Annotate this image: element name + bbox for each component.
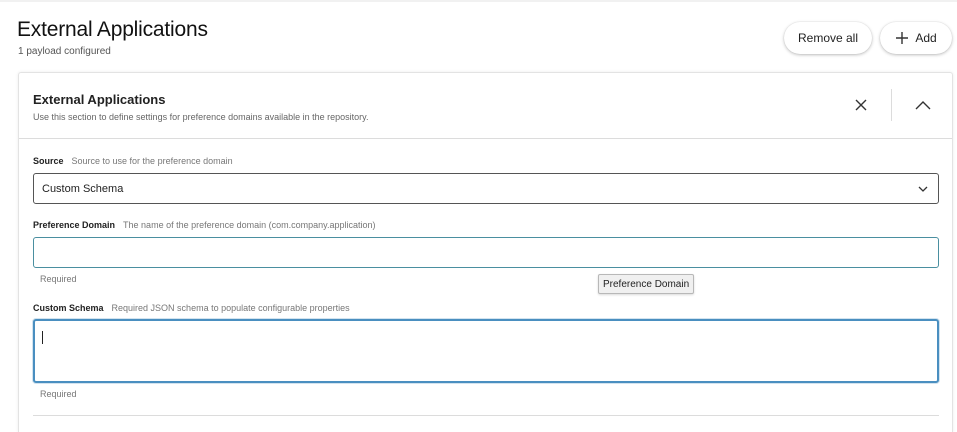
top-divider	[0, 0, 957, 2]
section-divider	[33, 415, 939, 416]
custom-schema-label: Custom Schema Required JSON schema to pop…	[33, 303, 350, 313]
card-header: External Applications Use this section t…	[19, 73, 952, 139]
add-button[interactable]: Add	[880, 22, 952, 54]
add-label: Add	[915, 31, 937, 45]
remove-all-label: Remove all	[797, 31, 859, 45]
remove-all-button[interactable]: Remove all	[784, 22, 872, 54]
custom-schema-label-text: Custom Schema	[33, 303, 104, 313]
custom-schema-textarea[interactable]	[33, 319, 939, 383]
text-caret	[42, 331, 43, 344]
preference-domain-label: Preference Domain The name of the prefere…	[33, 220, 376, 230]
source-label-text: Source	[33, 156, 64, 166]
preference-domain-help: The name of the preference domain (com.c…	[123, 220, 376, 230]
page-title: External Applications	[17, 18, 208, 41]
payload-count: 1 payload configured	[18, 46, 111, 57]
source-select[interactable]: Custom Schema	[33, 173, 939, 204]
preference-domain-tooltip: Preference Domain	[598, 274, 695, 294]
preference-domain-required: Required	[40, 274, 77, 284]
plus-icon	[895, 31, 909, 45]
chevron-up-icon[interactable]	[911, 93, 935, 117]
source-label: Source Source to use for the preference d…	[33, 156, 233, 166]
preference-domain-input[interactable]	[33, 237, 939, 268]
custom-schema-required: Required	[40, 389, 77, 399]
external-applications-card: External Applications Use this section t…	[18, 72, 953, 432]
close-icon[interactable]	[849, 93, 873, 117]
source-selected-value: Custom Schema	[42, 182, 124, 195]
chevron-down-icon	[918, 184, 928, 196]
source-help: Source to use for the preference domain	[71, 156, 233, 166]
card-title: External Applications	[33, 92, 166, 107]
preference-domain-label-text: Preference Domain	[33, 220, 116, 230]
custom-schema-help: Required JSON schema to populate configu…	[111, 303, 350, 313]
header-divider	[891, 89, 892, 121]
card-description: Use this section to define settings for …	[33, 112, 369, 122]
